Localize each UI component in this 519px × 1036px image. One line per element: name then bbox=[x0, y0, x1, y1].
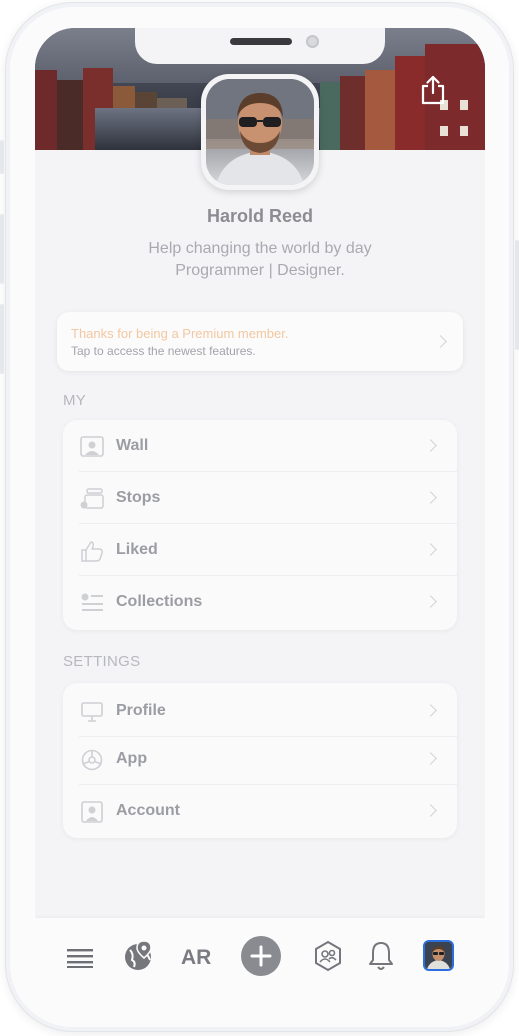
menu-item-liked[interactable]: Liked bbox=[63, 524, 457, 576]
menu-item-label: Profile bbox=[116, 702, 166, 719]
bottom-tab-bar: AR bbox=[35, 918, 485, 1006]
account-icon bbox=[81, 801, 103, 823]
menu-item-collections[interactable]: Collections bbox=[63, 576, 457, 628]
volume-up-button bbox=[0, 214, 4, 284]
share-icon[interactable] bbox=[419, 74, 447, 106]
menu-icon[interactable] bbox=[67, 948, 93, 968]
stops-icon bbox=[80, 488, 104, 509]
monitor-icon bbox=[81, 702, 103, 722]
collections-icon bbox=[81, 593, 103, 611]
ar-tab[interactable]: AR bbox=[181, 946, 211, 980]
my-card: Wall Stops Liked Collections bbox=[63, 420, 457, 630]
menu-item-stops[interactable]: Stops bbox=[63, 472, 457, 524]
profile-photo bbox=[206, 79, 314, 185]
premium-title: Thanks for being a Premium member. bbox=[71, 326, 289, 341]
menu-item-account[interactable]: Account bbox=[63, 785, 457, 837]
chevron-right-icon bbox=[424, 704, 437, 717]
menu-item-label: Wall bbox=[116, 437, 149, 454]
profile-avatar[interactable] bbox=[423, 940, 454, 971]
wall-icon bbox=[80, 436, 104, 457]
app-gear-icon bbox=[81, 749, 103, 771]
menu-item-app[interactable]: App bbox=[63, 733, 457, 785]
menu-item-label: Stops bbox=[116, 489, 161, 506]
profile-bio-line2: Programmer | Designer. bbox=[175, 262, 345, 279]
menu-item-label: Account bbox=[116, 802, 180, 819]
volume-down-button bbox=[0, 304, 4, 374]
chevron-right-icon bbox=[424, 543, 437, 556]
menu-item-profile[interactable]: Profile bbox=[63, 685, 457, 737]
chevron-right-icon bbox=[424, 595, 437, 608]
premium-subtitle: Tap to access the newest features. bbox=[71, 344, 256, 358]
profile-avatar-large[interactable] bbox=[201, 74, 319, 190]
add-button[interactable] bbox=[241, 936, 281, 976]
menu-item-label: Liked bbox=[116, 541, 158, 558]
app-screen: Harold Reed Help changing the world by d… bbox=[35, 28, 485, 1006]
thumbs-up-icon bbox=[81, 541, 103, 562]
profile-name: Harold Reed bbox=[206, 206, 314, 226]
globe-pin-icon[interactable] bbox=[124, 940, 154, 972]
menu-item-label: Collections bbox=[116, 593, 203, 610]
section-label-my: MY bbox=[63, 392, 87, 409]
settings-card: Profile App Account bbox=[63, 683, 457, 838]
premium-banner[interactable]: Thanks for being a Premium member. Tap t… bbox=[57, 312, 463, 371]
mute-switch bbox=[0, 140, 4, 174]
profile-bio-line1: Help changing the world by day bbox=[148, 240, 372, 257]
chevron-right-icon bbox=[424, 804, 437, 817]
chevron-right-icon bbox=[434, 335, 447, 348]
power-button bbox=[515, 240, 519, 350]
bell-icon[interactable] bbox=[368, 940, 394, 972]
device-notch bbox=[135, 28, 385, 64]
section-label-settings: SETTINGS bbox=[63, 653, 141, 670]
community-icon[interactable] bbox=[314, 940, 342, 972]
chevron-right-icon bbox=[424, 439, 437, 452]
plus-icon bbox=[250, 945, 272, 967]
menu-item-label: App bbox=[116, 750, 148, 767]
menu-item-wall[interactable]: Wall bbox=[63, 420, 457, 472]
chevron-right-icon bbox=[424, 491, 437, 504]
chevron-right-icon bbox=[424, 752, 437, 765]
